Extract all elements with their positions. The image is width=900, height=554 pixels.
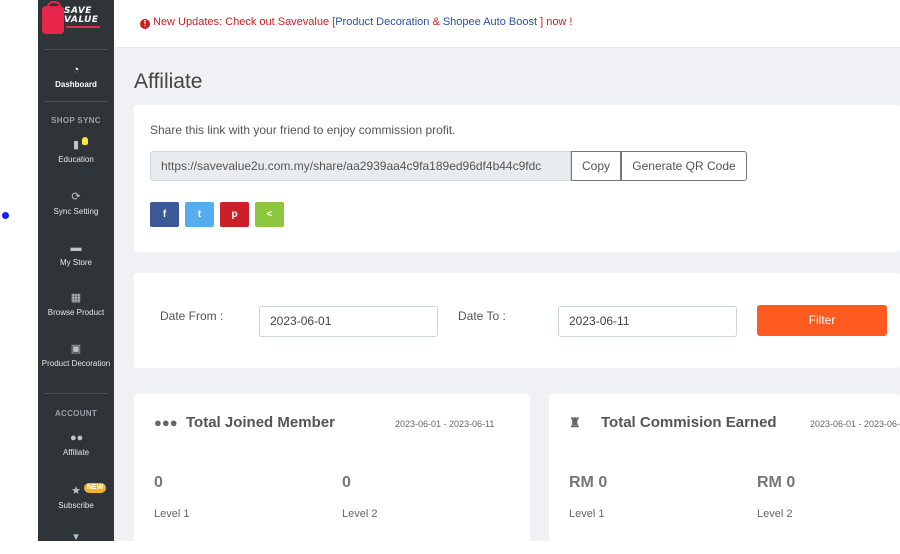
sidebar-item-label: Browse Product [47, 308, 105, 317]
divider [44, 101, 108, 102]
sidebar-item-label: Sync Setting [53, 207, 99, 216]
date-from-input[interactable]: 2023-06-01 [259, 306, 438, 337]
level1-label: Level 1 [569, 508, 605, 520]
sidebar-item-more[interactable]: ▾ [38, 532, 114, 546]
page-title: Affiliate [134, 70, 203, 93]
star-icon: ★ [71, 485, 81, 497]
store-icon: ▬ [70, 242, 82, 254]
update-notice: ! New Updates: Check out Savevalue [Produ… [140, 16, 573, 29]
level2-value: 0 [342, 474, 351, 491]
level1-label: Level 1 [154, 508, 190, 520]
level1-value: 0 [154, 474, 163, 491]
sidebar-item-my-store[interactable]: ▬ My Store [38, 243, 114, 269]
level2-label: Level 2 [342, 508, 378, 520]
total-joined-member-card: ●●● Total Joined Member 2023-06-01 - 2023… [134, 394, 530, 554]
speedometer-icon: ◔ [72, 64, 80, 76]
users-icon: ●● [70, 432, 84, 444]
product-decoration-link[interactable]: Product Decoration [335, 16, 429, 28]
facebook-icon: f [162, 209, 167, 220]
level2-label: Level 2 [757, 508, 793, 520]
pinterest-icon: p [231, 209, 238, 220]
stat-date-range: 2023-06-01 - 2023-06-11 [395, 419, 495, 429]
share-card: Share this link with your friend to enjo… [134, 105, 900, 252]
total-commission-card: ♜ Total Commision Earned 2023-06-01 - 202… [549, 394, 900, 554]
top-bar: ! New Updates: Check out Savevalue [Produ… [114, 0, 900, 48]
notice-text: New Updates: Check out Savevalue [ [153, 16, 336, 28]
sidebar-item-browse-product[interactable]: ▦ Browse Product [38, 293, 114, 319]
stat-title-text: Total Joined Member [186, 414, 335, 431]
divider [44, 393, 108, 394]
sidebar-item-label: Dashboard [55, 80, 97, 89]
logo-text: SAVE VALUE [64, 6, 99, 25]
copy-button[interactable]: Copy [571, 151, 621, 181]
lightbulb-icon [82, 137, 88, 145]
twitter-icon: t [197, 209, 202, 220]
sidebar-item-subscribe[interactable]: ★ NEW Subscribe [38, 483, 114, 512]
section-title-account: ACCOUNT [54, 409, 98, 418]
alert-icon: ! [140, 19, 150, 29]
sidebar-item-label: My Store [59, 258, 92, 267]
date-to-label: Date To : [458, 309, 506, 323]
share-link-field[interactable]: https://savevalue2u.com.my/share/aa2939a… [150, 151, 571, 181]
share-icon: < [266, 209, 273, 220]
sidebar-item-dashboard[interactable]: ◔ Dashboard [38, 65, 114, 91]
shopping-bag-icon [42, 1, 64, 34]
date-to-input[interactable]: 2023-06-11 [558, 306, 737, 337]
stat-date-range: 2023-06-01 - 2023-06-11 [810, 419, 900, 429]
twitter-share-button[interactable]: t [185, 202, 214, 227]
notice-text: & [429, 16, 443, 28]
trophy-icon: ♜ [569, 415, 581, 430]
sidebar-item-education[interactable]: ▮ Education [38, 137, 114, 166]
cursor-dot [2, 212, 9, 219]
filter-button[interactable]: Filter [757, 305, 887, 336]
sidebar-item-label: Education [58, 155, 94, 164]
logo-underline [66, 26, 100, 28]
stat-title: ♜ Total Commision Earned [569, 414, 777, 431]
stat-title-text: Total Commision Earned [601, 414, 777, 431]
divider [44, 49, 108, 50]
sidebar: SAVE VALUE ◔ Dashboard SHOP SYNC ▮ Educa… [38, 0, 114, 543]
sidebar-item-label: Subscribe [58, 501, 94, 510]
shopee-auto-boost-link[interactable]: Shopee Auto Boost [443, 16, 537, 28]
generate-qr-button[interactable]: Generate QR Code [621, 151, 747, 181]
app-frame: SAVE VALUE ◔ Dashboard SHOP SYNC ▮ Educa… [0, 0, 900, 554]
date-filter-card: Date From : 2023-06-01 Date To : 2023-06… [134, 273, 900, 368]
level1-value: RM 0 [569, 474, 608, 491]
facebook-share-button[interactable]: f [150, 202, 179, 227]
share-button[interactable]: < [255, 202, 284, 227]
level2-value: RM 0 [757, 474, 796, 491]
sidebar-item-label: Product Decoration [41, 359, 111, 368]
sidebar-item-sync-setting[interactable]: ⟳ Sync Setting [38, 192, 114, 218]
sidebar-item-label: Affiliate [62, 448, 90, 457]
pinterest-share-button[interactable]: p [220, 202, 249, 227]
sidebar-item-affiliate[interactable]: ●● Affiliate [38, 433, 114, 459]
share-description: Share this link with your friend to enjo… [150, 123, 456, 137]
grid-icon: ▦ [70, 292, 82, 304]
sidebar-item-product-decoration[interactable]: ▣ Product Decoration [38, 344, 114, 370]
main-content: Affiliate Share this link with your frie… [114, 48, 900, 554]
stat-title: ●●● Total Joined Member [154, 414, 335, 431]
sync-icon: ⟳ [71, 191, 81, 203]
users-icon: ●●● [154, 415, 178, 430]
image-icon: ▣ [70, 343, 82, 355]
trophy-icon: ▾ [73, 531, 79, 543]
book-icon: ▮ [72, 139, 80, 151]
date-from-label: Date From : [160, 309, 224, 323]
logo[interactable]: SAVE VALUE [42, 1, 102, 40]
notice-text: ] now ! [537, 16, 573, 28]
section-title-shop-sync: SHOP SYNC [51, 116, 101, 125]
new-badge: NEW [84, 483, 107, 493]
